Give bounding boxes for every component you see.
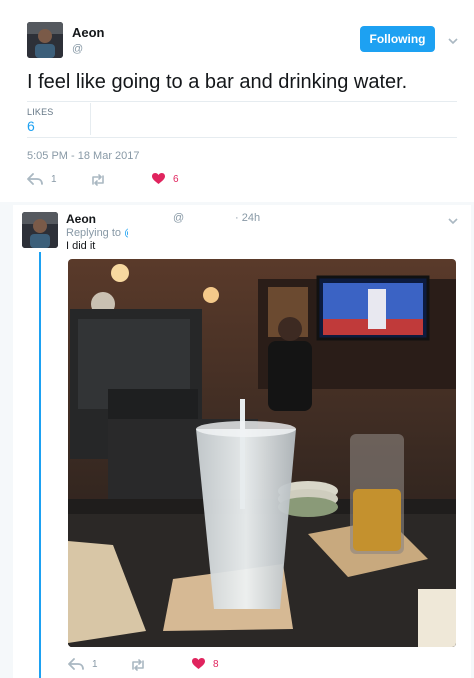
chevron-down-icon[interactable] (447, 33, 459, 45)
reply-icon (27, 173, 43, 185)
replying-to-label: Replying to (66, 227, 122, 239)
replying-to: Replying to @ (66, 227, 135, 239)
like-action[interactable]: 6 (152, 173, 179, 185)
like-action[interactable]: 8 (192, 658, 219, 670)
heart-icon (152, 173, 165, 184)
handle[interactable]: @ (173, 212, 184, 224)
avatar-photo (22, 212, 58, 248)
avatar-photo (27, 22, 63, 58)
reply-icon (68, 658, 84, 670)
handle[interactable]: @ (72, 43, 83, 55)
likes-count[interactable]: 6 (27, 118, 35, 134)
reply-count: 1 (51, 173, 57, 185)
likes-label: LIKES (27, 107, 54, 117)
heart-icon (192, 658, 205, 669)
reply-action[interactable]: 1 (27, 173, 57, 185)
retweet-icon (92, 174, 104, 186)
retweet-action[interactable] (90, 174, 106, 186)
thread-line (39, 252, 41, 678)
display-name[interactable]: Aeon (66, 212, 96, 226)
like-count: 6 (173, 173, 179, 185)
avatar[interactable] (27, 22, 63, 58)
chevron-down-icon[interactable] (447, 213, 459, 225)
following-button[interactable]: Following (360, 26, 435, 52)
stat-divider (90, 103, 91, 135)
reply-action[interactable]: 1 (68, 658, 98, 670)
retweet-action[interactable] (130, 659, 146, 671)
tweet-text: I feel like going to a bar and drinking … (27, 71, 408, 93)
reply-count: 1 (92, 658, 98, 670)
avatar[interactable] (22, 212, 58, 248)
tweet-photo[interactable] (68, 259, 456, 647)
divider (27, 101, 457, 102)
redacted-handle (184, 211, 234, 224)
timestamp[interactable]: 5:05 PM - 18 Mar 2017 (27, 150, 140, 162)
divider (27, 137, 457, 138)
retweet-icon (132, 659, 144, 671)
reply-time[interactable]: · 24h (235, 212, 260, 224)
redacted-handle (128, 226, 194, 239)
bar-scene-image (68, 259, 456, 647)
like-count: 8 (213, 658, 219, 670)
display-name[interactable]: Aeon (72, 25, 105, 40)
reply-text: I did it (66, 240, 96, 252)
